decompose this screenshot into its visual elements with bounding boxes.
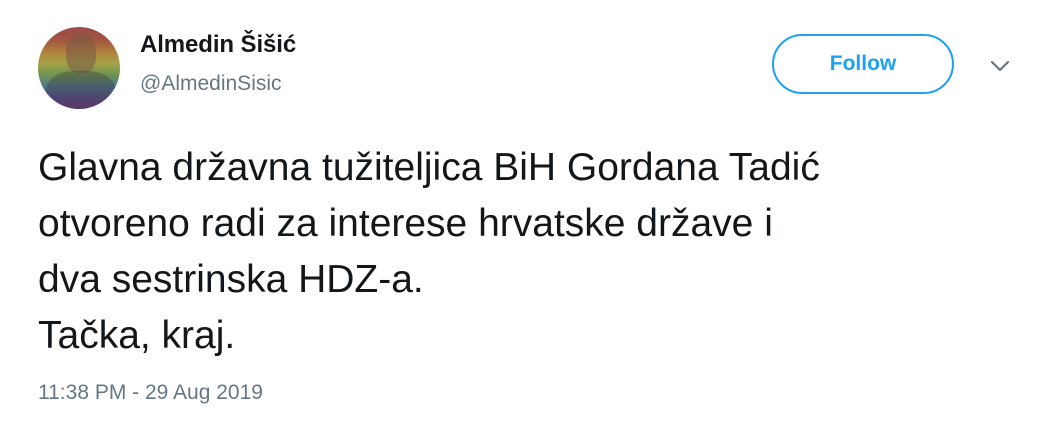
- author-handle[interactable]: @AlmedinSisic: [140, 72, 282, 96]
- follow-button[interactable]: Follow: [772, 34, 954, 94]
- tweet-text-line: Tačka, kraj.: [38, 314, 236, 357]
- avatar[interactable]: [38, 27, 120, 109]
- tweet-text-line: Glavna državna tužiteljica BiH Gordana T…: [38, 146, 820, 189]
- tweet-text: Glavna državna tužiteljica BiH Gordana T…: [38, 140, 1018, 364]
- avatar-shoulders: [46, 71, 116, 109]
- tweet-card: Almedin Šišić @AlmedinSisic Follow Glavn…: [0, 0, 1047, 422]
- author-name[interactable]: Almedin Šišić: [140, 31, 296, 59]
- tweet-timestamp[interactable]: 11:38 PM - 29 Aug 2019: [38, 381, 263, 405]
- avatar-face: [66, 33, 96, 73]
- chevron-down-icon: [990, 60, 1010, 72]
- tweet-text-line: dva sestrinska HDZ-a.: [38, 258, 424, 301]
- tweet-menu-button[interactable]: [986, 56, 1014, 76]
- tweet-text-line: otvoreno radi za interese hrvatske držav…: [38, 202, 773, 245]
